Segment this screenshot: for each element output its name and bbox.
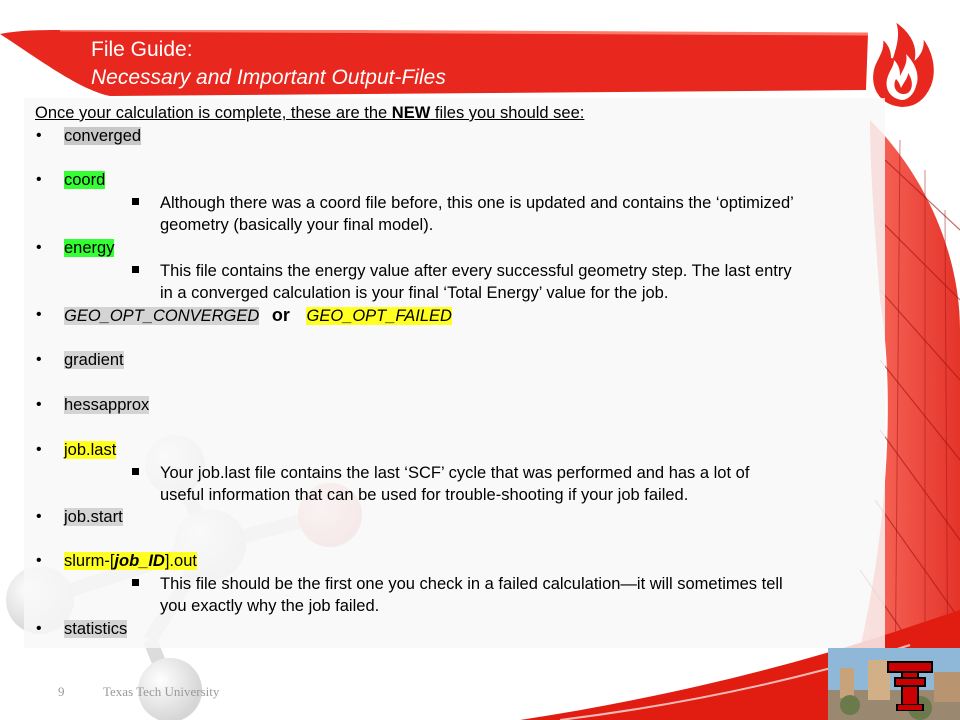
file-gradient: gradient [64, 351, 124, 369]
bullet: • [36, 441, 42, 458]
file-statistics: statistics [64, 620, 128, 638]
intro-text: Once your calculation is complete, these… [35, 104, 585, 122]
double-t-logo-icon [887, 661, 933, 711]
slurm-note-line1: This file should be the first one you ch… [160, 575, 783, 593]
bullet: • [36, 508, 42, 525]
slide-title: File Guide: [91, 38, 193, 61]
sub-bullet [132, 468, 139, 475]
file-hessapprox: hessapprox [64, 396, 150, 414]
footer-university: Texas Tech University [103, 684, 220, 699]
job-last-note-line1: Your job.last file contains the last ‘SC… [160, 464, 750, 482]
bullet: • [36, 127, 42, 144]
or-connector: or [271, 305, 290, 325]
file-converged: converged [64, 127, 142, 145]
file-coord: coord [64, 171, 106, 189]
sub-bullet [132, 579, 139, 586]
bullet: • [36, 620, 42, 637]
energy-note-line2: in a converged calculation is your final… [160, 284, 669, 302]
job-id-placeholder: job_ID [114, 552, 165, 570]
file-energy: energy [64, 239, 115, 257]
file-geo-opt: GEO_OPT_CONVERGED or GEO_OPT_FAILED [64, 305, 452, 326]
intro-new-emphasis: NEW [391, 104, 431, 122]
geo-opt-failed: GEO_OPT_FAILED [306, 307, 452, 325]
coord-note-line2: geometry (basically your final model). [160, 216, 434, 234]
file-job-start: job.start [64, 508, 123, 526]
geo-opt-converged: GEO_OPT_CONVERGED [64, 307, 260, 325]
slide-subtitle: Necessary and Important Output-Files [91, 66, 446, 89]
sub-bullet [132, 198, 139, 205]
bullet: • [36, 306, 42, 323]
slurm-note-line2: you exactly why the job failed. [160, 597, 380, 615]
bullet: • [36, 171, 42, 188]
energy-note-line1: This file contains the energy value afte… [160, 262, 792, 280]
job-last-note-line2: useful information that can be used for … [160, 486, 689, 504]
bullet: • [36, 396, 42, 413]
bullet: • [36, 239, 42, 256]
slide-number: 9 [58, 684, 65, 699]
sub-bullet [132, 266, 139, 273]
file-slurm-out: slurm-[job_ID].out [64, 552, 197, 570]
coord-note-line1: Although there was a coord file before, … [160, 194, 794, 212]
bullet: • [36, 351, 42, 368]
bullet: • [36, 552, 42, 569]
file-job-last: job.last [64, 441, 117, 459]
flame-logo-icon [871, 18, 936, 110]
